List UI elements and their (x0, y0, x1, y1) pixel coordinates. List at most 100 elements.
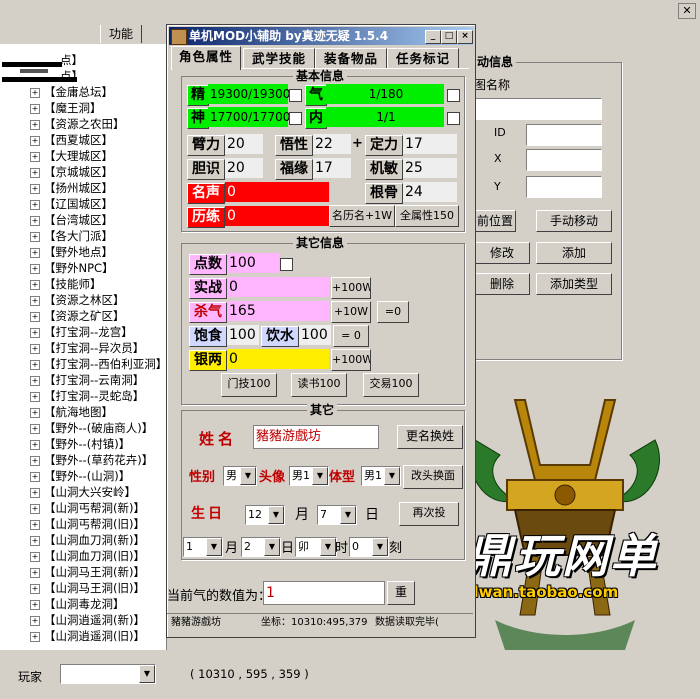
player-select[interactable]: ▼ (60, 664, 156, 684)
name-input[interactable]: 豬豬游戲坊 (253, 425, 379, 449)
bone-value[interactable]: 24 (403, 182, 457, 202)
tab-martial-skills[interactable]: 武学技能 (243, 48, 315, 69)
expand-plus-icon[interactable]: + (30, 456, 40, 466)
food-water-zero-button[interactable]: = 0 (333, 325, 369, 347)
plus-sign[interactable]: + (352, 136, 363, 151)
tree-item[interactable]: + 【打宝洞--异次员】 (30, 340, 144, 356)
expand-plus-icon[interactable]: + (30, 504, 40, 514)
expand-plus-icon[interactable]: + (30, 360, 40, 370)
expand-plus-icon[interactable]: + (30, 584, 40, 594)
tree-item[interactable]: + 【打宝洞--龙宫】 (30, 324, 133, 340)
expand-plus-icon[interactable]: + (30, 600, 40, 610)
close-icon[interactable]: ✕ (678, 3, 696, 19)
modify-button[interactable]: 修改 (474, 242, 530, 264)
tree-item[interactable]: + 【山洞丐帮洞(新)】 (30, 500, 145, 516)
tree-item[interactable]: + 【山洞马王洞(旧)】 (30, 580, 145, 596)
expand-plus-icon[interactable]: + (30, 440, 40, 450)
tab-equipment[interactable]: 装备物品 (315, 48, 387, 69)
tree-item[interactable]: + 【航海地图】 (30, 404, 113, 420)
tree-item[interactable]: + 【山洞毒龙洞】 (30, 596, 125, 612)
expand-plus-icon[interactable]: + (30, 296, 40, 306)
tab-quest-flags[interactable]: 任务标记 (387, 48, 459, 69)
expand-plus-icon[interactable]: + (30, 408, 40, 418)
expand-plus-icon[interactable]: + (30, 632, 40, 642)
jing-value[interactable]: 19300/19300 (208, 84, 290, 104)
tree-item[interactable]: + 【野外--(山洞)】 (30, 468, 130, 484)
tree-item[interactable]: + 【大理城区】 (30, 148, 113, 164)
fame-value[interactable]: 0 (225, 182, 329, 202)
tree-item[interactable]: + 【京城城区】 (30, 164, 113, 180)
tree-item[interactable]: + 【野外--(破庙商人)】 (30, 420, 153, 436)
expand-plus-icon[interactable]: + (30, 232, 40, 242)
tree-item[interactable]: + 【扬州城区】 (30, 180, 113, 196)
tree-item[interactable]: + 【技能师】 (30, 276, 102, 292)
tree-item[interactable]: + 【山洞逍遥洞(新)】 (30, 612, 145, 628)
expand-plus-icon[interactable]: + (30, 264, 40, 274)
expand-plus-icon[interactable]: + (30, 472, 40, 482)
tree-item[interactable]: + 【野外--(村镇)】 (30, 436, 130, 452)
points-value[interactable]: 100 (227, 253, 279, 273)
expand-plus-icon[interactable]: + (30, 312, 40, 322)
chevron-down-icon[interactable]: ▼ (340, 506, 356, 524)
chevron-down-icon[interactable]: ▼ (372, 538, 388, 556)
tree-item[interactable]: + 【打宝洞--云南洞】 (30, 372, 144, 388)
tree-item[interactable]: + 【魔王洞】 (30, 100, 102, 116)
chevron-down-icon[interactable]: ▼ (139, 665, 155, 683)
y-input[interactable] (526, 176, 602, 198)
tree-item[interactable]: + 【山洞逍遥洞(旧)】 (30, 628, 145, 644)
expand-plus-icon[interactable]: + (30, 424, 40, 434)
stat-willpower-value[interactable]: 17 (403, 134, 457, 154)
tree-item[interactable]: + 【资源之林区】 (30, 292, 125, 308)
tree-item[interactable]: + 【山洞丐帮洞(旧)】 (30, 516, 145, 532)
tree-item[interactable]: + 【山洞血刀洞(旧)】 (30, 548, 145, 564)
expand-plus-icon[interactable]: + (30, 344, 40, 354)
expand-plus-icon[interactable]: + (30, 568, 40, 578)
delete-button[interactable]: 删除 (474, 273, 530, 295)
silver-plus-button[interactable]: +100W (331, 349, 371, 371)
expand-plus-icon[interactable]: + (30, 200, 40, 210)
kill-aura-value[interactable]: 165 (227, 301, 329, 321)
water-value[interactable]: 100 (299, 325, 331, 345)
reset-button[interactable]: 重 (387, 581, 415, 605)
expand-plus-icon[interactable]: + (30, 616, 40, 626)
qi-value[interactable]: 1/180 (326, 84, 444, 104)
chevron-down-icon[interactable]: ▼ (206, 538, 222, 556)
add-button[interactable]: 添加 (536, 242, 612, 264)
tree-item[interactable]: + 【山洞大兴安岭】 (30, 484, 136, 500)
maximize-icon[interactable]: □ (441, 30, 457, 44)
x-input[interactable] (526, 149, 602, 171)
stat-luck-value[interactable]: 17 (313, 158, 351, 178)
expand-plus-icon[interactable]: + (30, 328, 40, 338)
tree-item[interactable]: + 【山洞马王洞(新)】 (30, 564, 145, 580)
chevron-down-icon[interactable]: ▼ (320, 538, 336, 556)
tree-item[interactable]: + 【西夏城区】 (30, 132, 113, 148)
chevron-down-icon[interactable]: ▼ (384, 467, 400, 485)
tree-item[interactable]: + 【资源之农田】 (30, 116, 125, 132)
tree-item[interactable]: + 【野外NPC】 (30, 260, 114, 276)
expand-plus-icon[interactable]: + (30, 216, 40, 226)
qi-lock-checkbox[interactable] (447, 89, 460, 102)
tree-item[interactable]: + 【野外地点】 (30, 244, 113, 260)
id-input[interactable] (526, 124, 602, 146)
expand-plus-icon[interactable]: + (30, 168, 40, 178)
all-attributes-150-button[interactable]: 全属性150 (395, 205, 459, 227)
close-icon[interactable]: × (457, 30, 473, 44)
tab-attributes[interactable]: 角色属性 (171, 46, 241, 70)
current-position-button[interactable]: 前位置 (474, 210, 516, 232)
tree-item[interactable]: + 【资源之矿区】 (30, 308, 125, 324)
tree-item[interactable]: + 【打宝洞--灵蛇岛】 (30, 388, 144, 404)
add-type-button[interactable]: 添加类型 (536, 273, 612, 295)
nei-value[interactable]: 1/1 (326, 107, 444, 127)
stat-comprehension-value[interactable]: 22 (313, 134, 351, 154)
tree-item[interactable]: + 【辽国城区】 (30, 196, 113, 212)
chevron-down-icon[interactable]: ▼ (264, 538, 280, 556)
expand-plus-icon[interactable]: + (30, 280, 40, 290)
chevron-down-icon[interactable]: ▼ (240, 467, 256, 485)
expand-plus-icon[interactable]: + (30, 552, 40, 562)
combat-plus-button[interactable]: +100W (331, 277, 371, 299)
rebirth-button[interactable]: 再次投 (399, 502, 459, 526)
kill-aura-plus-button[interactable]: +10W (331, 301, 371, 323)
shen-value[interactable]: 17700/17700 (208, 107, 290, 127)
tree-item[interactable]: + 【台湾城区】 (30, 212, 113, 228)
expand-plus-icon[interactable]: + (30, 120, 40, 130)
